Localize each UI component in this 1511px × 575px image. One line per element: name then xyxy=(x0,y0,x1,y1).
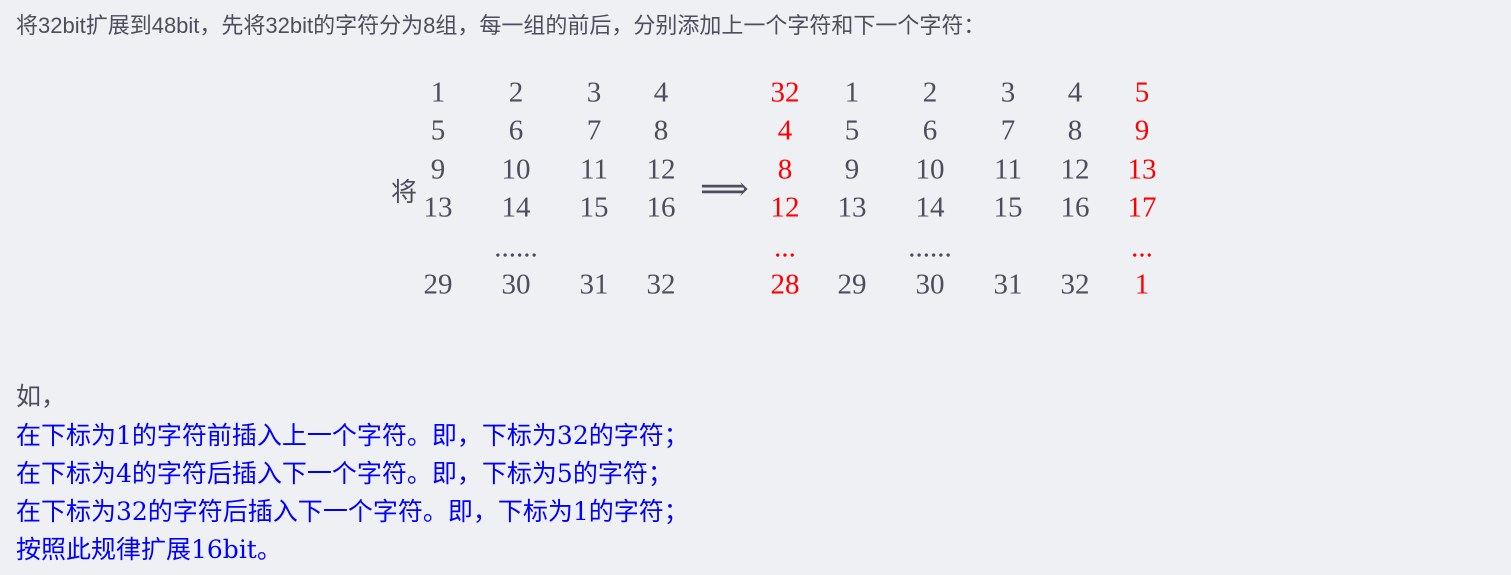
matrix-ellipsis: ...... xyxy=(494,231,538,264)
matrix-cell: 11 xyxy=(994,153,1022,186)
example-line: 在下标为1的字符前插入上一个字符。即，下标为32的字符； xyxy=(16,421,689,450)
matrix-cell: 12 xyxy=(1060,153,1090,186)
matrix-cell: 4 xyxy=(1067,76,1083,109)
matrix-cell: 5 xyxy=(844,114,860,147)
matrix-ellipsis: ...... xyxy=(908,231,952,264)
matrix-cell-added: 17 xyxy=(1127,191,1157,224)
matrix-cell-added: 5 xyxy=(1134,76,1150,109)
matrix-cell: 31 xyxy=(993,268,1023,301)
matrix-cell-added: 9 xyxy=(1134,114,1150,147)
matrix-cell: 5 xyxy=(430,114,446,147)
matrix-cell: 10 xyxy=(915,153,945,186)
matrix-cell: 29 xyxy=(423,268,453,301)
matrix-cell: 12 xyxy=(646,153,676,186)
example-line: 在下标为4的字符后插入下一个字符。即，下标为5的字符； xyxy=(16,459,673,488)
matrix-cell: 3 xyxy=(1000,76,1016,109)
matrix-cell: 9 xyxy=(844,153,860,186)
matrix-cell-added: 12 xyxy=(770,191,800,224)
matrix-cell-added: 13 xyxy=(1127,153,1157,186)
matrix-ellipsis: ... xyxy=(1131,231,1153,264)
matrix-ellipsis: ... xyxy=(774,231,796,264)
matrix-cell: 31 xyxy=(579,268,609,301)
matrix-cell: 32 xyxy=(646,268,676,301)
implies-arrow-icon: ⟹ xyxy=(700,169,749,209)
matrix-cell: 14 xyxy=(915,191,945,224)
matrix-cell: 13 xyxy=(837,191,867,224)
matrix-cell: 10 xyxy=(501,153,531,186)
matrix-cell: 1 xyxy=(844,76,860,109)
matrix-cell: 7 xyxy=(1000,114,1016,147)
matrix-cell-added: 8 xyxy=(777,153,793,186)
matrix-prefix: 将 xyxy=(391,178,418,208)
matrix-cell: 3 xyxy=(586,76,602,109)
matrix-cell: 9 xyxy=(430,153,446,186)
example-line: 在下标为32的字符后插入下一个字符。即，下标为1的字符； xyxy=(16,497,689,526)
matrix-cell: 13 xyxy=(423,191,453,224)
matrix-cell-added: 32 xyxy=(770,76,800,109)
matrix-cell: 14 xyxy=(501,191,531,224)
matrix-cell: 29 xyxy=(837,268,867,301)
matrix-cell: 6 xyxy=(508,114,524,147)
matrix-cell: 8 xyxy=(653,114,669,147)
example-heading: 如， xyxy=(16,382,67,411)
matrix-cell-added: 1 xyxy=(1134,268,1150,301)
intro-text: 将32bit扩展到48bit，先将32bit的字符分为8组，每一组的前后，分别添… xyxy=(16,13,986,38)
example-line: 按照此规律扩展16bit。 xyxy=(16,535,282,564)
matrix-cell: 8 xyxy=(1067,114,1083,147)
matrix-cell: 30 xyxy=(915,268,945,301)
matrix-cell: 32 xyxy=(1060,268,1090,301)
matrix-cell: 4 xyxy=(653,76,669,109)
matrix-cell: 15 xyxy=(579,191,609,224)
matrix-cell: 11 xyxy=(580,153,608,186)
matrix-cell: 6 xyxy=(922,114,938,147)
matrix-cell: 2 xyxy=(922,76,938,109)
matrix-cell: 15 xyxy=(993,191,1023,224)
matrix-cell-added: 4 xyxy=(777,114,793,147)
matrix-cell: 2 xyxy=(508,76,524,109)
matrix-cell: 16 xyxy=(1060,191,1090,224)
matrix-cell-added: 28 xyxy=(770,268,800,301)
matrix-cell: 30 xyxy=(501,268,531,301)
matrix-cell: 1 xyxy=(430,76,446,109)
matrix-cell: 16 xyxy=(646,191,676,224)
matrix-cell: 7 xyxy=(586,114,602,147)
